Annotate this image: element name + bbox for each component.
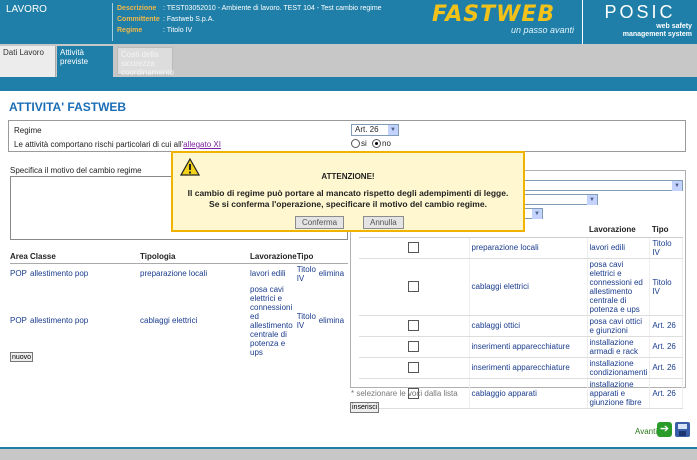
- warning-dialog: ATTENZIONE! Il cambio di regime può port…: [171, 151, 525, 232]
- dialog-message: Il cambio di regime può portare al manca…: [187, 188, 509, 209]
- table-row: cablaggi elettrici posa cavi elettrici e…: [359, 258, 683, 316]
- chevron-down-icon: ▼: [672, 181, 682, 191]
- meta-regime: Regime: Titolo IV: [117, 27, 193, 34]
- tab-underline-band: [0, 77, 697, 91]
- app-header: LAVORO Descrizione: TEST03052010 - Ambie…: [0, 0, 697, 44]
- dialog-title: ATTENZIONE!: [321, 172, 375, 181]
- row-checkbox[interactable]: [408, 242, 420, 253]
- table-row: preparazione locali lavori edili Titolo …: [359, 237, 683, 259]
- header-title: LAVORO: [6, 4, 47, 15]
- insert-button[interactable]: inserisci: [350, 402, 380, 413]
- delete-link[interactable]: elimina: [319, 269, 344, 278]
- table-header-row: Area Classe Tipologia Lavorazione Tipo: [10, 251, 348, 264]
- row-checkbox[interactable]: [408, 281, 420, 292]
- selected-activities-table: Area Classe Tipologia Lavorazione Tipo P…: [10, 251, 348, 358]
- table-row: cablaggi ottici posa cavi ottici e giunz…: [359, 315, 683, 337]
- fastweb-logo: FASTWEB un passo avanti: [432, 2, 574, 35]
- page-title: ATTIVITA' FASTWEB: [9, 100, 127, 114]
- bottom-bar: [0, 447, 697, 460]
- risk-label: Le attività comportano rischi particolar…: [14, 140, 221, 149]
- regime-label: Regime: [14, 126, 42, 135]
- header-meta: Descrizione: TEST03052010 - Ambiente di …: [112, 3, 418, 41]
- radio-no[interactable]: [372, 139, 382, 149]
- risk-radio-group: si no: [351, 139, 394, 150]
- selection-hint: * selezionare le voci dalla lista: [351, 389, 458, 398]
- allegato-link[interactable]: allegato XI: [183, 140, 221, 149]
- meta-committente: Committente: Fastweb S.p.A.: [117, 16, 215, 23]
- row-checkbox[interactable]: [408, 362, 420, 373]
- tab-costi-sicurezza[interactable]: Costi della sicurezza coordinamento: [117, 47, 174, 77]
- regime-select[interactable]: Art. 26 ▼: [351, 124, 399, 136]
- row-checkbox[interactable]: [408, 341, 420, 352]
- table-row: POP allestimento pop cablaggi elettrici …: [10, 284, 345, 357]
- classe-select[interactable]: ▼: [523, 194, 598, 205]
- save-icon[interactable]: [675, 422, 690, 437]
- meta-descrizione: Descrizione: TEST03052010 - Ambiente di …: [117, 5, 382, 12]
- tab-dati-lavoro[interactable]: Dati Lavoro: [0, 46, 56, 77]
- area-select[interactable]: ▼: [523, 180, 683, 191]
- table-row: inserimenti apparecchiature installazion…: [359, 336, 683, 358]
- next-label[interactable]: Avanti: [635, 427, 657, 436]
- table-row: inserimenti apparecchiature installazion…: [359, 357, 683, 379]
- cancel-button[interactable]: Annulla: [363, 216, 404, 229]
- posic-logo: POSIC web safety management system: [582, 0, 697, 44]
- delete-link[interactable]: elimina: [319, 316, 344, 325]
- motivo-label: Specifica il motivo del cambio regime: [10, 166, 142, 175]
- row-checkbox[interactable]: [408, 320, 420, 331]
- tipologia-select[interactable]: ▼: [523, 208, 543, 219]
- tab-bar: Dati Lavoro Attività previste Costi dell…: [0, 44, 697, 77]
- tab-attivita-previste[interactable]: Attività previste: [57, 46, 113, 77]
- chevron-down-icon: ▼: [532, 209, 542, 219]
- table-row: POP allestimento pop preparazione locali…: [10, 264, 345, 283]
- chevron-down-icon: ▼: [587, 195, 597, 205]
- new-button[interactable]: nuovo: [10, 352, 34, 362]
- chevron-down-icon: ▼: [388, 125, 398, 135]
- arrow-right-icon[interactable]: ➔: [657, 422, 672, 437]
- regime-box: Regime Art. 26 ▼ Le attività comportano …: [8, 120, 686, 152]
- available-activities-table: Lavorazione Tipo preparazione locali lav…: [359, 223, 683, 409]
- radio-si[interactable]: [351, 139, 360, 149]
- confirm-button[interactable]: Conferma: [295, 216, 345, 229]
